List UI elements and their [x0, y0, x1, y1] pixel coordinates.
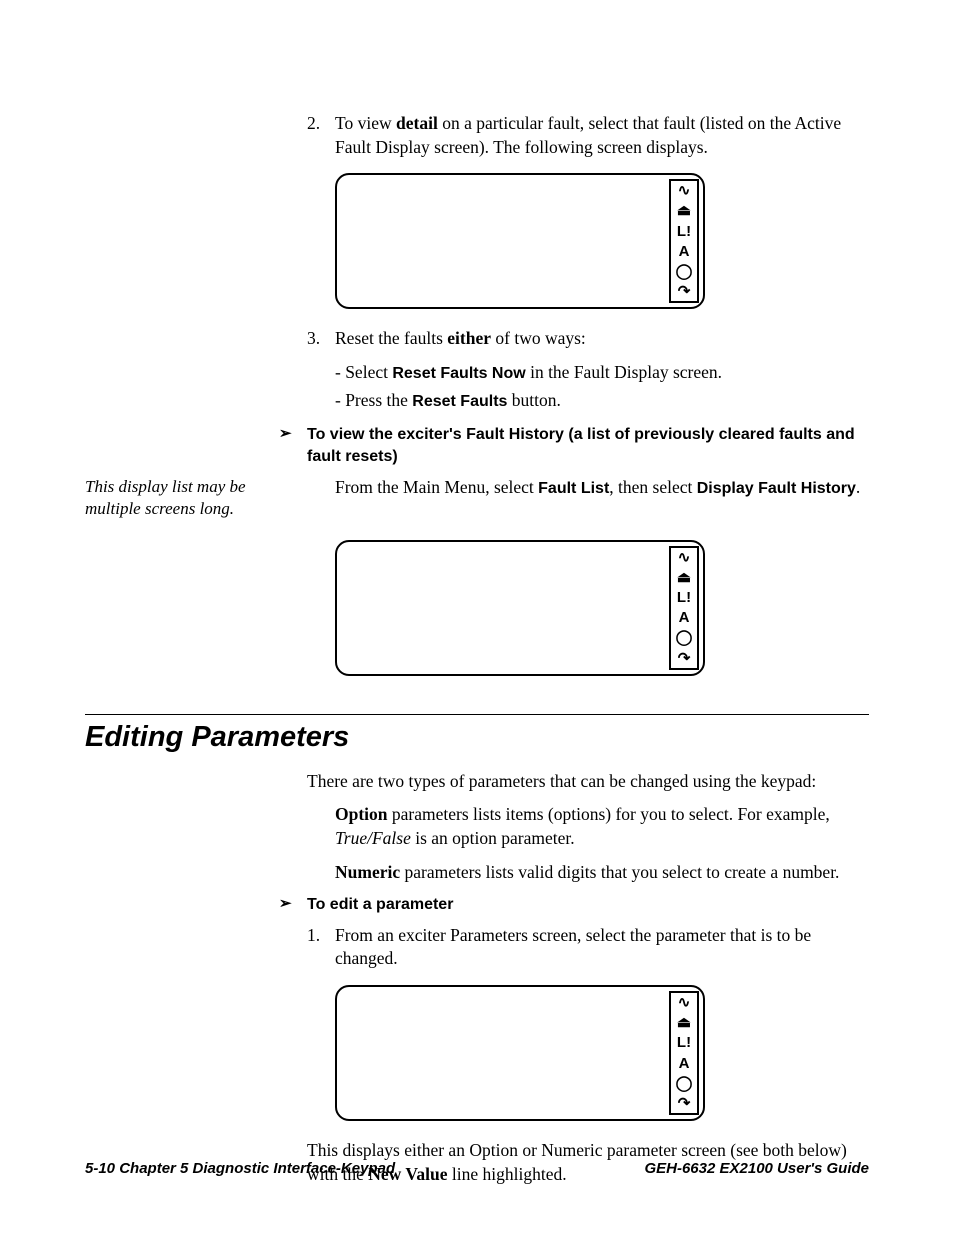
- power-icon: ◯: [676, 264, 693, 279]
- auto-icon: A: [679, 1056, 690, 1071]
- keypad-screen-figure: ∿ ⏏ L! A ◯ ↷: [335, 173, 705, 309]
- text-italic: True/False: [335, 828, 411, 848]
- text: parameters lists items (options) for you…: [388, 804, 830, 824]
- text: , then select: [609, 477, 696, 497]
- wave-icon: ∿: [678, 183, 691, 198]
- up-icon: ⏏: [677, 1015, 691, 1030]
- edit-parameter-heading: ➢ To edit a parameter: [279, 894, 869, 916]
- text: of two ways:: [491, 328, 586, 348]
- text: is an option parameter.: [411, 828, 575, 848]
- text-bold: Option: [335, 804, 388, 824]
- intro-paragraph: There are two types of parameters that c…: [307, 770, 869, 794]
- chapter-label: Chapter 5 Diagnostic Interface-Keypad: [115, 1160, 395, 1177]
- text-bold: Display Fault History: [697, 480, 856, 497]
- margin-note: This display list may be multiple screen…: [85, 476, 285, 520]
- keypad-screen-figure: ∿ ⏏ L! A ◯ ↷: [335, 540, 705, 676]
- text: parameters lists valid digits that you s…: [400, 862, 839, 882]
- step-2: 2. To view detail on a particular fault,…: [307, 112, 869, 159]
- option-paragraph: Option parameters lists items (options) …: [335, 803, 869, 850]
- step-number: 2.: [307, 112, 335, 159]
- text: - Press the: [335, 390, 412, 410]
- up-icon: ⏏: [677, 203, 691, 218]
- bullet-icon: ➢: [279, 424, 307, 467]
- text: .: [856, 477, 860, 497]
- footer-left: 5-10 Chapter 5 Diagnostic Interface-Keyp…: [85, 1160, 395, 1177]
- power-icon: ◯: [676, 630, 693, 645]
- text: - Select: [335, 362, 392, 382]
- icon-strip: ∿ ⏏ L! A ◯ ↷: [669, 179, 699, 303]
- wave-icon: ∿: [678, 550, 691, 565]
- step-text: To view detail on a particular fault, se…: [335, 112, 869, 159]
- text-bold: Reset Faults: [412, 393, 507, 410]
- return-icon: ↷: [678, 651, 691, 666]
- step-number: 1.: [307, 924, 335, 971]
- return-icon: ↷: [678, 284, 691, 299]
- text-bold: detail: [396, 113, 438, 133]
- limit-icon: L!: [677, 590, 691, 605]
- text: button.: [507, 390, 560, 410]
- step-text: Reset the faults either of two ways:: [335, 327, 869, 351]
- step-number: 3.: [307, 327, 335, 351]
- limit-icon: L!: [677, 1035, 691, 1050]
- fault-history-instruction: From the Main Menu, select Fault List, t…: [335, 476, 869, 500]
- keypad-screen-figure: ∿ ⏏ L! A ◯ ↷: [335, 985, 705, 1121]
- wave-icon: ∿: [678, 995, 691, 1010]
- step-3-sub2: - Press the Reset Faults button.: [335, 387, 869, 415]
- page-footer: 5-10 Chapter 5 Diagnostic Interface-Keyp…: [85, 1160, 869, 1177]
- power-icon: ◯: [676, 1076, 693, 1091]
- return-icon: ↷: [678, 1096, 691, 1111]
- edit-step-1: 1. From an exciter Parameters screen, se…: [307, 924, 869, 971]
- text: From the Main Menu, select: [335, 477, 538, 497]
- footer-right: GEH-6632 EX2100 User's Guide: [644, 1160, 869, 1177]
- icon-strip: ∿ ⏏ L! A ◯ ↷: [669, 546, 699, 670]
- text-bold: Fault List: [538, 480, 609, 497]
- section-title: Editing Parameters: [85, 721, 869, 754]
- limit-icon: L!: [677, 224, 691, 239]
- text: in the Fault Display screen.: [526, 362, 722, 382]
- section-rule: [85, 714, 869, 715]
- bullet-text: To view the exciter's Fault History (a l…: [307, 424, 869, 467]
- step-text: From an exciter Parameters screen, selec…: [335, 924, 869, 971]
- step-3-sub1: - Select Reset Faults Now in the Fault D…: [335, 359, 869, 387]
- auto-icon: A: [679, 244, 690, 259]
- text-bold: Reset Faults Now: [392, 365, 525, 382]
- text-bold: Numeric: [335, 862, 400, 882]
- page-number: 5-10: [85, 1160, 115, 1177]
- text: To view: [335, 113, 396, 133]
- numeric-paragraph: Numeric parameters lists valid digits th…: [335, 861, 869, 885]
- text-bold: either: [447, 328, 491, 348]
- step-3: 3. Reset the faults either of two ways:: [307, 327, 869, 351]
- text: Reset the faults: [335, 328, 447, 348]
- bullet-text: To edit a parameter: [307, 894, 869, 916]
- fault-history-heading: ➢ To view the exciter's Fault History (a…: [279, 424, 869, 467]
- up-icon: ⏏: [677, 570, 691, 585]
- bullet-icon: ➢: [279, 894, 307, 916]
- auto-icon: A: [679, 610, 690, 625]
- icon-strip: ∿ ⏏ L! A ◯ ↷: [669, 991, 699, 1115]
